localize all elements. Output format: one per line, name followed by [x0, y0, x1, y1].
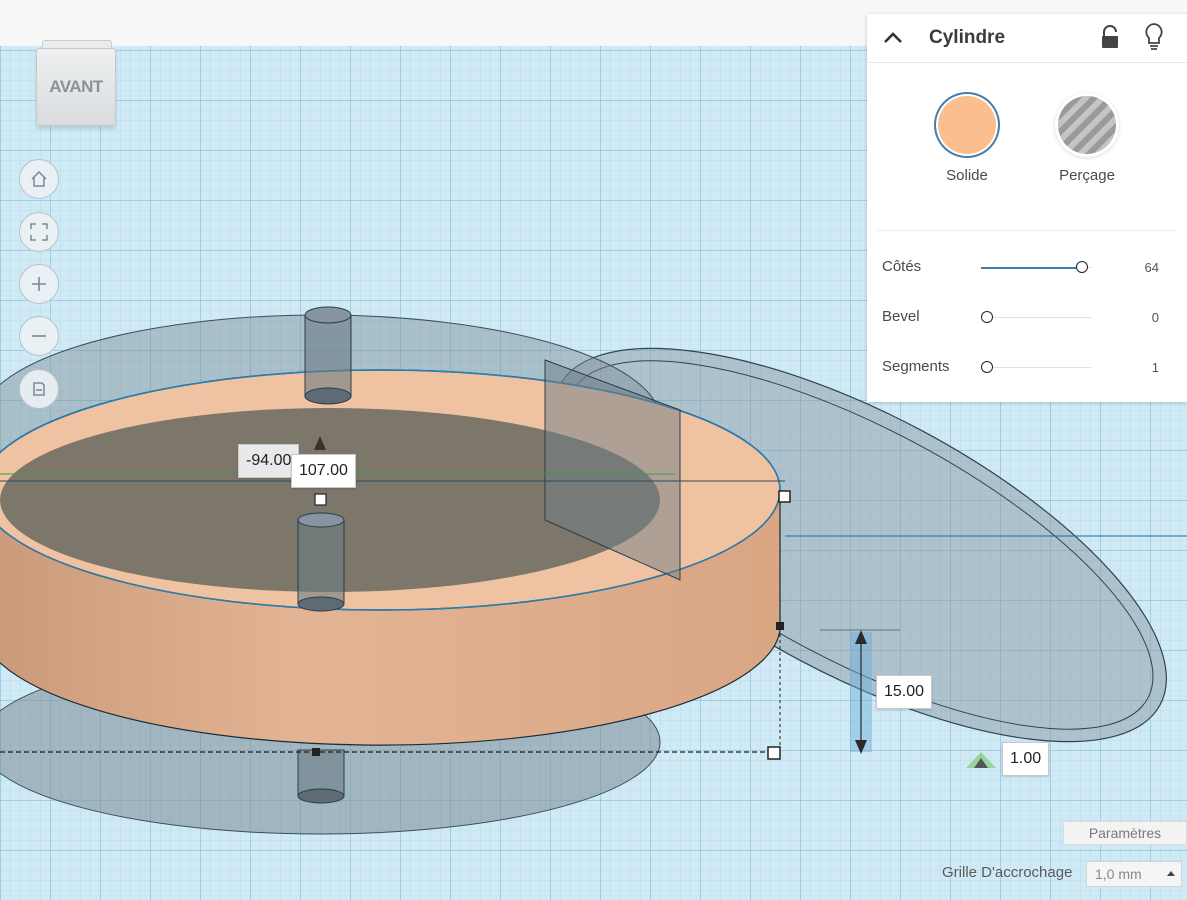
zoom-in-button[interactable]	[19, 264, 59, 304]
home-view-button[interactable]	[19, 159, 59, 199]
sides-value[interactable]: 64	[1145, 260, 1159, 275]
zoom-in-icon	[32, 277, 46, 291]
fit-view-icon	[30, 223, 48, 241]
snap-grid-select[interactable]: 1,0 mm	[1086, 861, 1182, 887]
snap-grid-label: Grille D'accrochage	[942, 864, 1073, 881]
segments-slider-knob[interactable]	[981, 361, 993, 373]
snap-grid-value: 1,0 mm	[1095, 866, 1142, 882]
height-dimension[interactable]: 15.00	[876, 675, 933, 709]
solid-color-swatch[interactable]	[938, 96, 996, 154]
view-cube[interactable]: AVANT	[36, 40, 116, 128]
view-cube-front-face[interactable]: AVANT	[36, 48, 116, 126]
chevron-up-icon[interactable]	[881, 27, 905, 49]
caret-up-icon	[1167, 871, 1175, 876]
length-dimension[interactable]: 107.00	[291, 454, 356, 488]
segments-label: Segments	[882, 358, 950, 375]
home-icon	[31, 170, 47, 187]
perspective-toggle-button[interactable]	[19, 369, 59, 409]
view-cube-label: AVANT	[49, 77, 103, 96]
fit-view-button[interactable]	[19, 212, 59, 252]
bevel-slider[interactable]	[981, 311, 1091, 325]
elevation-dimension[interactable]: 1.00	[1002, 742, 1050, 776]
inspector-divider	[877, 230, 1177, 231]
bevel-label: Bevel	[882, 308, 920, 325]
zoom-out-button[interactable]	[19, 316, 59, 356]
bevel-value[interactable]: 0	[1152, 310, 1159, 325]
hole-label: Perçage	[1059, 167, 1115, 184]
solid-label: Solide	[946, 167, 988, 184]
inspector-header: Cylindre	[867, 14, 1187, 63]
zoom-out-icon	[32, 335, 46, 337]
sides-slider-knob[interactable]	[1076, 261, 1088, 273]
bevel-slider-knob[interactable]	[981, 311, 993, 323]
lightbulb-icon[interactable]	[1143, 22, 1165, 52]
inspector-title: Cylindre	[929, 27, 1006, 48]
segments-slider[interactable]	[981, 361, 1091, 375]
sides-label: Côtés	[882, 258, 922, 275]
sides-slider[interactable]	[981, 261, 1091, 275]
settings-button[interactable]: Paramètres	[1063, 821, 1187, 845]
perspective-icon	[33, 382, 45, 396]
shape-inspector-panel: Cylindre Solide Perçage Côtés 64 Bevel 0…	[867, 14, 1187, 402]
lock-icon[interactable]	[1099, 24, 1121, 50]
hole-pattern-swatch[interactable]	[1058, 96, 1116, 154]
segments-value[interactable]: 1	[1152, 360, 1159, 375]
